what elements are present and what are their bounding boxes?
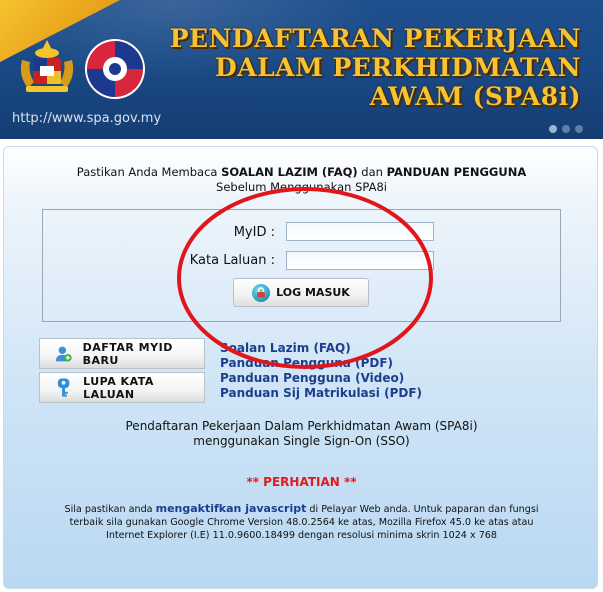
- link-guide-video[interactable]: Panduan Pengguna (Video): [220, 371, 422, 386]
- browser-notice: Sila pastikan anda mengaktifkan javascri…: [0, 502, 603, 542]
- login-button-label: LOG MASUK: [276, 286, 350, 299]
- forgot-password-button[interactable]: LUPA KATA LALUAN: [39, 372, 205, 403]
- banner-slide-indicators: [544, 118, 583, 137]
- banner-title-line-3: AWAM (SPA8i): [369, 82, 581, 111]
- password-input[interactable]: [286, 251, 434, 270]
- notice-p3: Internet Explorer (I.E) 11.0.9600.18499 …: [105, 530, 498, 541]
- sso-info: Pendaftaran Pekerjaan Dalam Perkhidmatan…: [0, 419, 603, 449]
- sso-line-2: menggunakan Single Sign-On (SSO): [193, 434, 410, 448]
- intro-guide-label: PANDUAN PENGGUNA: [386, 165, 527, 179]
- intro-prefix: Pastikan Anda Membaca: [76, 165, 222, 179]
- myid-input[interactable]: [286, 222, 434, 241]
- intro-and: dan: [357, 165, 387, 179]
- site-url: http://www.spa.gov.my: [12, 111, 162, 126]
- slide-dot[interactable]: [562, 125, 570, 133]
- intro-text: Pastikan Anda Membaca SOALAN LAZIM (FAQ)…: [0, 165, 603, 195]
- notice-p2: terbaik sila gunakan Google Chrome Versi…: [69, 517, 534, 528]
- intro-line-2: Sebelum Menggunakan SPA8i: [216, 180, 387, 194]
- link-matric-pdf[interactable]: Panduan Sij Matrikulasi (PDF): [220, 386, 422, 401]
- myid-label: MyID :: [233, 225, 275, 240]
- password-label: Kata Laluan :: [189, 253, 275, 268]
- notice-javascript: mengaktifkan javascript: [155, 502, 307, 515]
- notice-heading: ** PERHATIAN **: [246, 475, 357, 489]
- help-links: Soalan Lazim (FAQ) Panduan Pengguna (PDF…: [220, 341, 422, 401]
- banner-title-line-2: DALAM PERKHIDMATAN: [215, 53, 581, 82]
- banner-title-line-1: PENDAFTARAN PEKERJAAN: [169, 24, 581, 53]
- link-faq[interactable]: Soalan Lazim (FAQ): [220, 341, 422, 356]
- link-guide-pdf[interactable]: Panduan Pengguna (PDF): [220, 356, 422, 371]
- notice-p1a: Sila pastikan anda: [64, 504, 156, 515]
- malaysia-coat-of-arms-icon: [20, 40, 74, 92]
- forgot-password-label: LUPA KATA LALUAN: [83, 374, 154, 401]
- lock-icon: [252, 283, 271, 302]
- key-icon: [57, 377, 70, 397]
- notice-p1c: di Pelayar Web anda. Untuk paparan dan f…: [306, 504, 539, 515]
- banner-title: PENDAFTARAN PEKERJAAN DALAM PERKHIDMATAN…: [141, 24, 581, 111]
- user-add-icon: [55, 346, 72, 361]
- slide-dot[interactable]: [575, 125, 583, 133]
- intro-faq-label: SOALAN LAZIM (FAQ): [221, 165, 358, 179]
- header-banner: PENDAFTARAN PEKERJAAN DALAM PERKHIDMATAN…: [0, 0, 603, 139]
- register-myid-button[interactable]: DAFTAR MYID BARU: [39, 338, 205, 369]
- login-button[interactable]: LOG MASUK: [233, 278, 369, 307]
- sso-line-1: Pendaftaran Pekerjaan Dalam Perkhidmatan…: [125, 419, 478, 433]
- spa-logo-icon: [85, 39, 145, 99]
- register-myid-label: DAFTAR MYID BARU: [82, 340, 173, 367]
- slide-dot[interactable]: [549, 125, 557, 133]
